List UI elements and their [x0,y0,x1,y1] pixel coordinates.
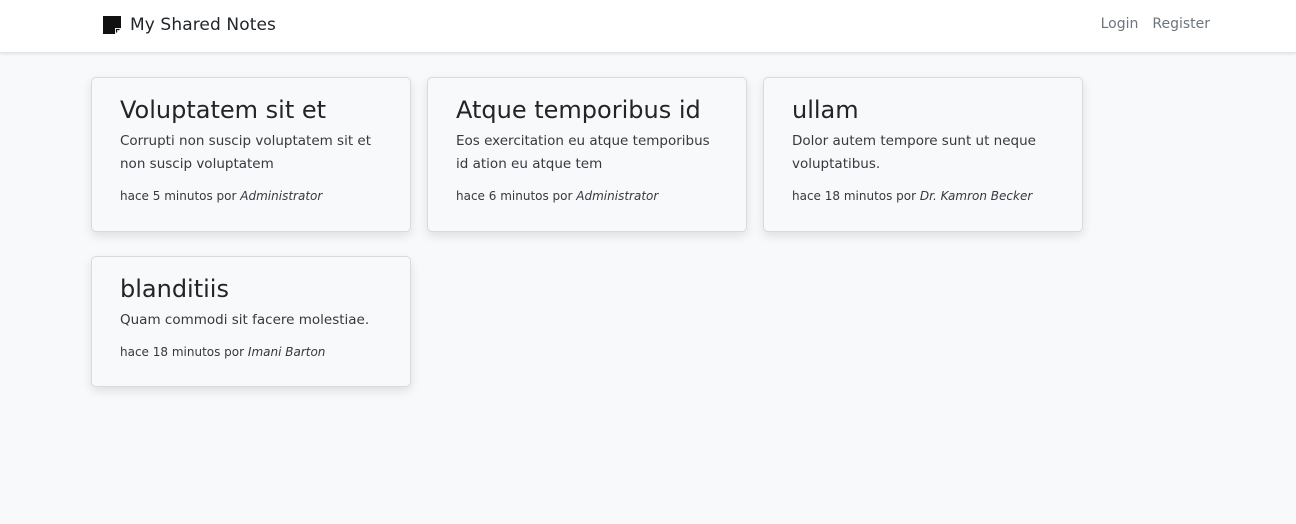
note-body: Dolor autem tempore sunt ut neque volupt… [792,133,1036,172]
note-meta: hace 18 minutos por Imani Barton [120,345,382,359]
note-card[interactable]: Voluptatem sit et Corrupti non suscip vo… [91,77,411,232]
note-meta: hace 5 minutos por Administrator [120,189,382,203]
note-card[interactable]: ullam Dolor autem tempore sunt ut neque … [763,77,1083,232]
nav-links: Login Register [1101,16,1210,32]
note-meta: hace 18 minutos por Dr. Kamron Becker [792,189,1054,203]
note-timestamp: hace 5 minutos por [120,189,237,203]
note-author: Administrator [576,189,659,203]
note-card[interactable]: blanditiis Quam commodi sit facere moles… [91,256,411,387]
note-body: Eos exercitation eu atque temporibus id … [456,133,710,172]
navbar: My Shared Notes Login Register [0,0,1296,53]
note-title[interactable]: ullam [792,95,1054,125]
note-card[interactable]: Atque temporibus id Eos exercitation eu … [427,77,747,232]
note-author: Dr. Kamron Becker [919,189,1033,203]
note-body: Quam commodi sit facere molestiae. [120,312,370,328]
note-body: Corrupti non suscip voluptatem sit et no… [120,133,372,172]
note-author: Administrator [240,189,323,203]
note-title[interactable]: Voluptatem sit et [120,95,382,125]
note-timestamp: hace 18 minutos por [792,189,917,203]
sticky-note-icon [102,15,122,35]
note-author: Imani Barton [247,345,326,359]
register-link[interactable]: Register [1152,16,1210,32]
note-title[interactable]: Atque temporibus id [456,95,718,125]
login-link[interactable]: Login [1101,16,1139,32]
note-timestamp: hace 6 minutos por [456,189,573,203]
brand-name: My Shared Notes [130,15,276,35]
note-title[interactable]: blanditiis [120,274,382,304]
note-timestamp: hace 18 minutos por [120,345,245,359]
brand-link[interactable]: My Shared Notes [102,13,276,37]
note-meta: hace 6 minutos por Administrator [456,189,718,203]
